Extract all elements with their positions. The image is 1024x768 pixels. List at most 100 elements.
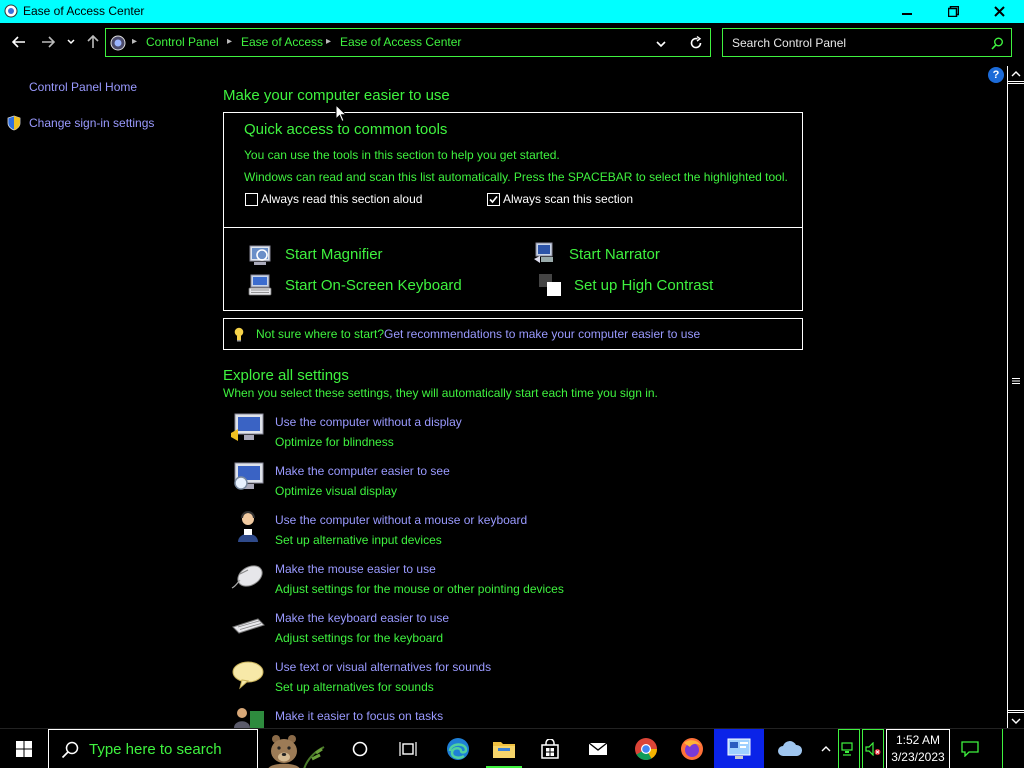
get-recommendations-link[interactable]: Get recommendations to make your compute… bbox=[384, 327, 700, 341]
chevron-up-icon bbox=[1011, 70, 1021, 76]
page-title: Make your computer easier to use bbox=[223, 87, 450, 104]
show-hidden-icons-button[interactable] bbox=[816, 729, 836, 768]
forward-button[interactable] bbox=[39, 33, 57, 51]
without-mouse-keyboard-link[interactable]: Use the computer without a mouse or keyb… bbox=[275, 513, 527, 527]
control-panel-taskbar-button[interactable] bbox=[714, 729, 764, 768]
taskbar-search-placeholder: Type here to search bbox=[89, 741, 222, 758]
quick-access-panel: Quick access to common tools You can use… bbox=[223, 112, 803, 228]
control-panel-icon bbox=[4, 4, 18, 18]
vertical-scrollbar[interactable] bbox=[1007, 66, 1024, 728]
without-display-desc: Optimize for blindness bbox=[275, 435, 394, 449]
focus-tasks-link[interactable]: Make it easier to focus on tasks bbox=[275, 709, 443, 723]
magnify-display-icon bbox=[234, 462, 264, 490]
breadcrumb-ease-of-access-center[interactable]: Ease of Access Center bbox=[340, 35, 461, 49]
checkmark-icon bbox=[489, 195, 498, 204]
minimize-button[interactable] bbox=[884, 0, 930, 23]
scan-section-label[interactable]: Always scan this section bbox=[503, 192, 633, 206]
person-headset-icon bbox=[238, 511, 258, 542]
address-dropdown-icon[interactable] bbox=[654, 37, 668, 51]
volume-muted-icon bbox=[865, 742, 881, 756]
help-icon: ? bbox=[992, 69, 1000, 81]
change-sign-in-settings-link[interactable]: Change sign-in settings bbox=[29, 116, 154, 130]
mail-taskbar-button[interactable] bbox=[576, 729, 620, 768]
bear-illustration-icon bbox=[268, 735, 325, 768]
quick-access-tools: Start Magnifier Start Narrator Start On-… bbox=[223, 227, 803, 311]
close-button[interactable] bbox=[976, 0, 1022, 23]
chevron-down-icon bbox=[67, 39, 75, 45]
breadcrumb-ease-of-access[interactable]: Ease of Access bbox=[241, 35, 323, 49]
read-aloud-checkbox[interactable] bbox=[245, 193, 258, 206]
windows-icon bbox=[16, 741, 32, 757]
onedrive-taskbar-button[interactable] bbox=[768, 729, 812, 768]
scroll-thumb[interactable] bbox=[1008, 83, 1024, 711]
chevron-down-icon bbox=[1011, 718, 1021, 724]
keyboard-easier-link[interactable]: Make the keyboard easier to use bbox=[275, 611, 449, 625]
tip-prefix: Not sure where to start? bbox=[256, 327, 385, 341]
network-icon bbox=[841, 742, 853, 756]
task-view-button[interactable] bbox=[386, 729, 430, 768]
arrow-up-icon bbox=[87, 35, 99, 48]
volume-button[interactable] bbox=[862, 729, 884, 768]
easier-to-see-link[interactable]: Make the computer easier to see bbox=[275, 464, 450, 478]
quick-access-intro: You can use the tools in this section to… bbox=[244, 148, 560, 162]
up-button[interactable] bbox=[84, 33, 102, 51]
back-button[interactable] bbox=[10, 33, 28, 51]
start-on-screen-keyboard-link[interactable]: Start On-Screen Keyboard bbox=[285, 277, 462, 294]
control-panel-home-link[interactable]: Control Panel Home bbox=[29, 80, 137, 94]
file-explorer-taskbar-button[interactable] bbox=[482, 729, 526, 768]
circle-icon bbox=[352, 741, 368, 757]
folder-icon bbox=[493, 742, 515, 758]
scan-section-checkbox[interactable] bbox=[487, 193, 500, 206]
taskbar-search-box[interactable]: Type here to search bbox=[48, 729, 258, 768]
quick-access-title: Quick access to common tools bbox=[244, 121, 448, 138]
scroll-down-button[interactable] bbox=[1008, 712, 1024, 728]
read-aloud-label[interactable]: Always read this section aloud bbox=[261, 192, 422, 206]
breadcrumb-control-panel[interactable]: Control Panel bbox=[146, 35, 219, 49]
notification-icon bbox=[961, 741, 979, 757]
start-magnifier-link[interactable]: Start Magnifier bbox=[285, 246, 383, 263]
search-input[interactable]: Search Control Panel bbox=[722, 28, 1012, 57]
search-icon[interactable] bbox=[991, 37, 1004, 50]
lightbulb-icon bbox=[234, 327, 244, 342]
search-highlight-image[interactable] bbox=[258, 729, 330, 768]
keyboard-icon bbox=[232, 618, 265, 634]
refresh-icon[interactable] bbox=[688, 35, 704, 51]
clock-button[interactable]: 1:52 AM 3/23/2023 bbox=[886, 729, 950, 768]
store-taskbar-button[interactable] bbox=[528, 729, 572, 768]
taskbar: Type here to search 1:52 AM 3/23/2023 bbox=[0, 728, 1024, 768]
firefox-taskbar-button[interactable] bbox=[670, 729, 714, 768]
start-narrator-link[interactable]: Start Narrator bbox=[569, 246, 660, 263]
high-contrast-icon bbox=[539, 274, 561, 296]
restore-icon bbox=[947, 6, 959, 17]
start-button[interactable] bbox=[0, 729, 48, 768]
mouse-easier-link[interactable]: Make the mouse easier to use bbox=[275, 562, 436, 576]
set-up-high-contrast-link[interactable]: Set up High Contrast bbox=[574, 277, 713, 294]
action-center-button[interactable] bbox=[956, 729, 984, 768]
chrome-taskbar-button[interactable] bbox=[624, 729, 668, 768]
speech-bubble-icon bbox=[232, 661, 264, 690]
sound-alternatives-desc: Set up alternatives for sounds bbox=[275, 680, 434, 694]
restore-button[interactable] bbox=[930, 0, 976, 23]
help-button[interactable]: ? bbox=[988, 67, 1004, 83]
scroll-up-button[interactable] bbox=[1008, 66, 1024, 82]
clock-date: 3/23/2023 bbox=[891, 750, 945, 764]
show-desktop-button[interactable] bbox=[1002, 729, 1024, 768]
network-button[interactable] bbox=[838, 729, 860, 768]
without-mouse-keyboard-desc: Set up alternative input devices bbox=[275, 533, 442, 547]
easier-to-see-desc: Optimize visual display bbox=[275, 484, 398, 498]
arrow-left-icon bbox=[12, 36, 25, 48]
edge-taskbar-button[interactable] bbox=[436, 729, 480, 768]
recommendations-tip: Not sure where to start? Get recommendat… bbox=[223, 318, 803, 350]
focus-person-icon bbox=[234, 708, 264, 728]
search-icon bbox=[61, 741, 79, 759]
breadcrumb-separator-icon: ▸ bbox=[227, 36, 233, 47]
grip-icon bbox=[1012, 378, 1020, 384]
control-panel-globe-icon bbox=[110, 35, 126, 51]
search-placeholder: Search Control Panel bbox=[732, 36, 847, 50]
address-bar[interactable]: ▸ Control Panel ▸ Ease of Access ▸ Ease … bbox=[105, 28, 711, 57]
recent-locations-button[interactable] bbox=[64, 33, 78, 51]
on-screen-keyboard-icon bbox=[248, 274, 272, 296]
sound-alternatives-link[interactable]: Use text or visual alternatives for soun… bbox=[275, 660, 491, 674]
without-display-link[interactable]: Use the computer without a display bbox=[275, 415, 462, 429]
task-view-cortana-button[interactable] bbox=[338, 729, 382, 768]
